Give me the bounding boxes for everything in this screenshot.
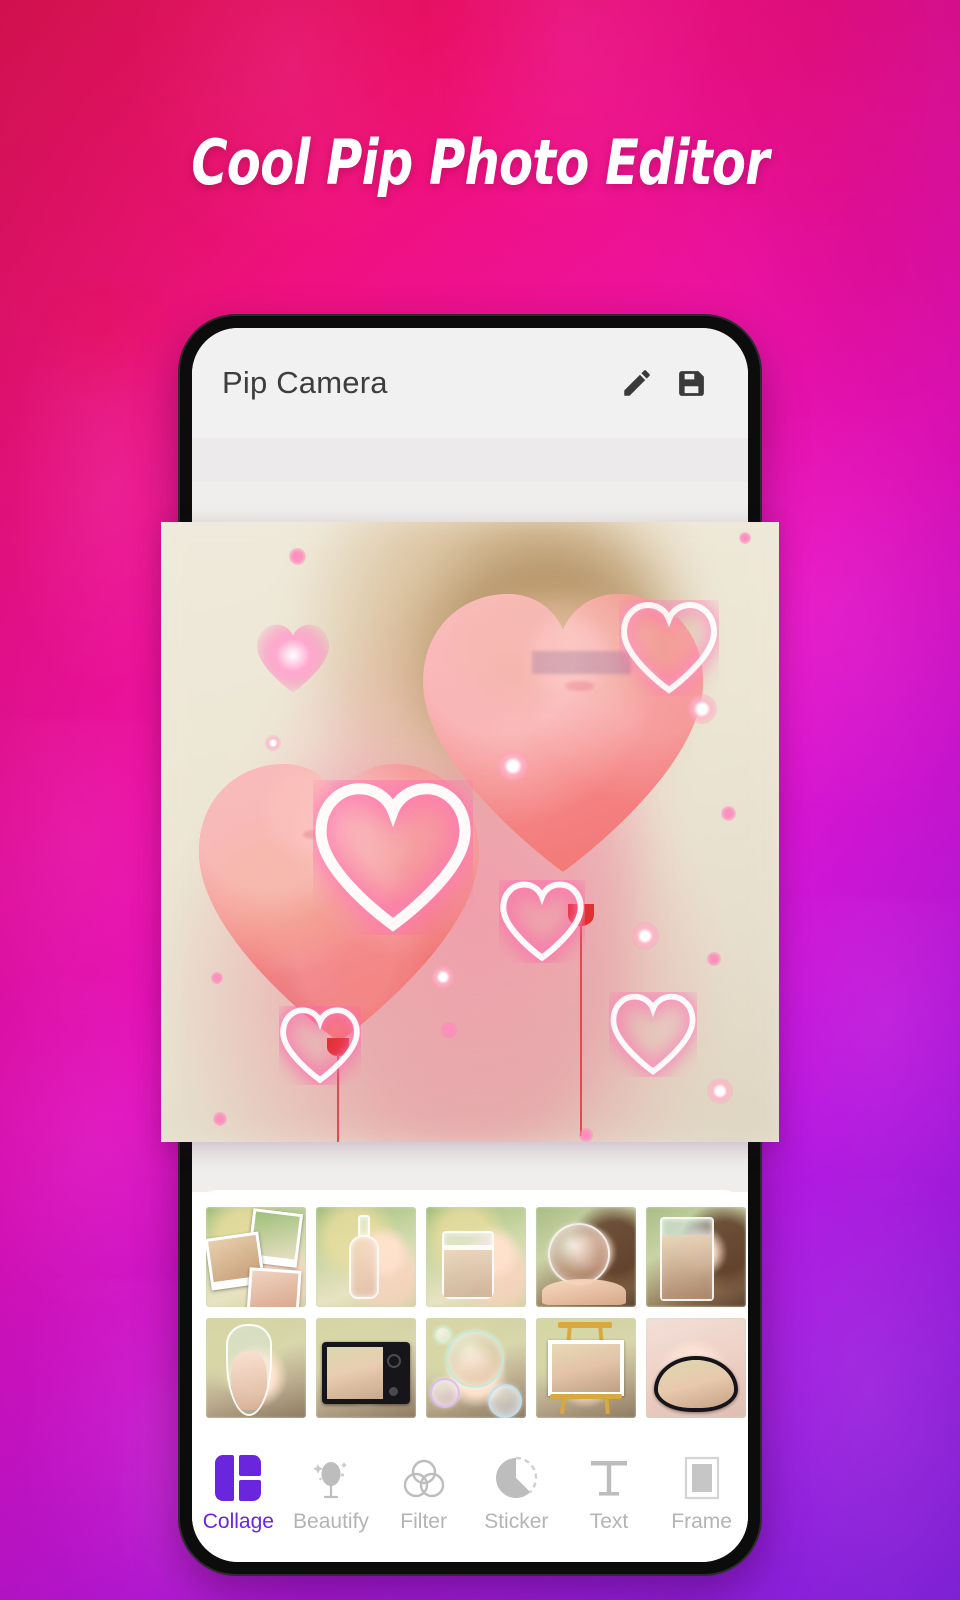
bokeh-dot (687, 694, 717, 724)
nav-item-filter[interactable]: Filter (382, 1452, 466, 1534)
template-thumbnail[interactable] (316, 1318, 416, 1418)
collage-icon (215, 1452, 262, 1504)
app-bar: Pip Camera (192, 328, 748, 438)
save-button[interactable] (664, 356, 718, 410)
nav-label: Text (589, 1510, 629, 1533)
nav-item-text[interactable]: Text (567, 1452, 651, 1534)
template-picker-panel (192, 1190, 748, 1446)
bokeh-dot (721, 806, 736, 821)
nav-label: Beautify (293, 1510, 369, 1533)
pencil-icon (620, 366, 654, 400)
frame-icon (684, 1452, 720, 1504)
template-row (192, 1190, 748, 1307)
page-title: Pip Camera (222, 365, 388, 400)
bokeh-dot (265, 735, 281, 751)
neon-heart-outline (609, 992, 697, 1077)
neon-heart-outline (313, 780, 473, 935)
edit-button[interactable] (610, 356, 664, 410)
template-thumbnail[interactable] (316, 1207, 416, 1307)
text-icon (588, 1452, 630, 1504)
nav-item-collage[interactable]: Collage (196, 1452, 280, 1534)
bokeh-dot (441, 1022, 457, 1038)
template-thumbnail[interactable] (206, 1318, 306, 1418)
glow-heart (253, 620, 333, 698)
bokeh-dot (579, 1128, 593, 1142)
bokeh-dot (431, 965, 455, 989)
neon-heart-outline (619, 600, 719, 696)
template-thumbnail[interactable] (646, 1207, 746, 1307)
bokeh-dot (211, 972, 223, 984)
promo-title: Cool Pip Photo Editor (191, 126, 769, 199)
template-thumbnail[interactable] (206, 1207, 306, 1307)
bokeh-dot (289, 548, 306, 565)
bottom-navigation: Collage Beautify Filter Sticker Text Fra… (192, 1446, 748, 1562)
nav-label: Filter (400, 1510, 447, 1533)
filter-icon (401, 1452, 447, 1504)
sticker-icon (493, 1452, 539, 1504)
neon-heart-outline (279, 1006, 361, 1085)
template-row (192, 1307, 748, 1418)
nav-label: Frame (671, 1510, 732, 1533)
bokeh-dot (739, 532, 751, 544)
beautify-icon (309, 1452, 353, 1504)
template-thumbnail[interactable] (426, 1207, 526, 1307)
photo-canvas[interactable] (161, 522, 779, 1142)
bokeh-dot (707, 1078, 733, 1104)
nav-item-beautify[interactable]: Beautify (289, 1452, 373, 1534)
nav-label: Sticker (484, 1510, 549, 1533)
nav-item-sticker[interactable]: Sticker (474, 1452, 558, 1534)
nav-label: Collage (202, 1510, 274, 1533)
nav-item-frame[interactable]: Frame (660, 1452, 744, 1534)
template-thumbnail[interactable] (536, 1318, 636, 1418)
bokeh-dot (213, 1112, 227, 1126)
app-bar-divider (192, 438, 748, 482)
template-thumbnail[interactable] (536, 1207, 636, 1307)
floppy-save-icon (675, 367, 708, 400)
neon-heart-outline (499, 880, 585, 963)
template-thumbnail[interactable] (646, 1318, 746, 1418)
bokeh-dot (497, 750, 529, 782)
bokeh-dot (707, 952, 721, 966)
template-thumbnail[interactable] (426, 1318, 526, 1418)
bokeh-dot (631, 922, 659, 950)
